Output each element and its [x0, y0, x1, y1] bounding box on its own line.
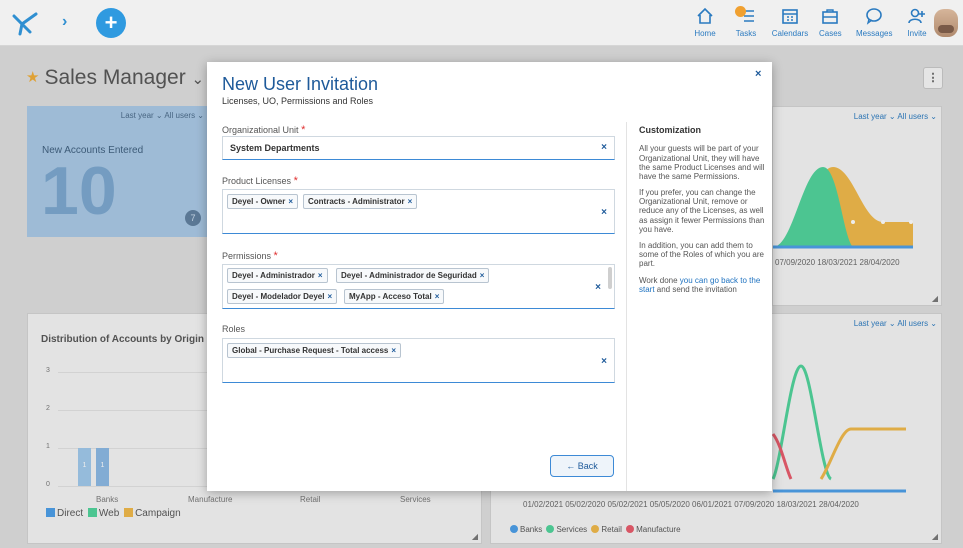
help-text: In addition, you can add them to some of…: [639, 241, 764, 269]
message-icon: [856, 7, 892, 27]
plus-icon: +: [104, 10, 118, 35]
license-tag: Deyel - Owner ×: [227, 194, 299, 209]
roles-field[interactable]: Global - Purchase Request - Total access…: [222, 338, 615, 383]
remove-tag-icon[interactable]: ×: [391, 346, 396, 355]
org-unit-label: Organizational Unit *: [222, 124, 306, 136]
remove-tag-icon[interactable]: ×: [435, 292, 440, 301]
help-text: If you prefer, you can change the Organi…: [639, 188, 765, 234]
top-bar: › + Home Tasks Calendars Cases Messages …: [0, 0, 963, 46]
briefcase-icon: [819, 7, 841, 27]
role-tag: Global - Purchase Request - Total access…: [227, 343, 402, 358]
nav-messages[interactable]: Messages: [856, 7, 892, 38]
licenses-field[interactable]: Deyel - Owner × Contracts - Administrator…: [222, 189, 615, 234]
invitation-modal: × New User Invitation Licenses, UO, Perm…: [207, 62, 772, 491]
permission-tag: Deyel - Administrador de Seguridad ×: [336, 268, 490, 283]
nav-invite[interactable]: Invite: [906, 7, 928, 38]
customization-panel: Customization All your guests will be pa…: [639, 125, 765, 301]
clear-icon[interactable]: ×: [601, 207, 607, 218]
nav-home[interactable]: Home: [693, 7, 717, 38]
clear-icon[interactable]: ×: [601, 142, 607, 153]
org-unit-value: System Departments: [230, 143, 320, 153]
help-text: Work done you can go back to the start a…: [639, 275, 761, 294]
remove-tag-icon[interactable]: ×: [408, 197, 413, 206]
app-logo-icon[interactable]: [12, 10, 40, 36]
calendar-icon: [771, 7, 809, 27]
clear-icon[interactable]: ×: [601, 356, 607, 367]
nav-cases[interactable]: Cases: [819, 7, 842, 38]
permissions-field[interactable]: Deyel - Administrador × Deyel - Administr…: [222, 264, 615, 309]
org-unit-field[interactable]: System Departments ×: [222, 136, 615, 160]
tasks-icon: [735, 6, 757, 27]
remove-tag-icon[interactable]: ×: [480, 271, 485, 280]
permissions-label: Permissions *: [222, 250, 278, 262]
required-icon: *: [301, 124, 306, 136]
home-icon: [693, 7, 717, 27]
nav-tasks[interactable]: Tasks: [735, 6, 757, 38]
required-icon: *: [273, 250, 278, 262]
clear-icon[interactable]: ×: [595, 282, 601, 293]
licenses-label: Product Licenses *: [222, 175, 298, 187]
remove-tag-icon[interactable]: ×: [318, 271, 323, 280]
permission-tag: MyApp - Acceso Total ×: [344, 289, 445, 304]
scrollbar[interactable]: [608, 267, 612, 289]
license-tag: Contracts - Administrator ×: [303, 194, 418, 209]
nav-calendars[interactable]: Calendars: [771, 7, 809, 38]
customization-heading: Customization: [639, 125, 701, 135]
roles-label: Roles: [222, 324, 246, 334]
modal-title: New User Invitation: [222, 74, 379, 94]
divider: [626, 122, 627, 491]
remove-tag-icon[interactable]: ×: [327, 292, 332, 301]
tasks-badge: [735, 6, 746, 17]
chevron-right-icon[interactable]: ›: [62, 13, 67, 31]
back-button[interactable]: ← Back: [550, 455, 614, 477]
permission-tag: Deyel - Administrador ×: [227, 268, 328, 283]
permission-tag: Deyel - Modelador Deyel ×: [227, 289, 338, 304]
close-icon[interactable]: ×: [755, 68, 761, 80]
new-button[interactable]: +: [96, 8, 126, 38]
modal-subtitle: Licenses, UO, Permissions and Roles: [222, 96, 374, 106]
invite-icon: [906, 7, 928, 27]
avatar[interactable]: [934, 9, 958, 37]
remove-tag-icon[interactable]: ×: [288, 197, 293, 206]
required-icon: *: [293, 175, 298, 187]
help-text: All your guests will be part of your Org…: [639, 144, 765, 181]
